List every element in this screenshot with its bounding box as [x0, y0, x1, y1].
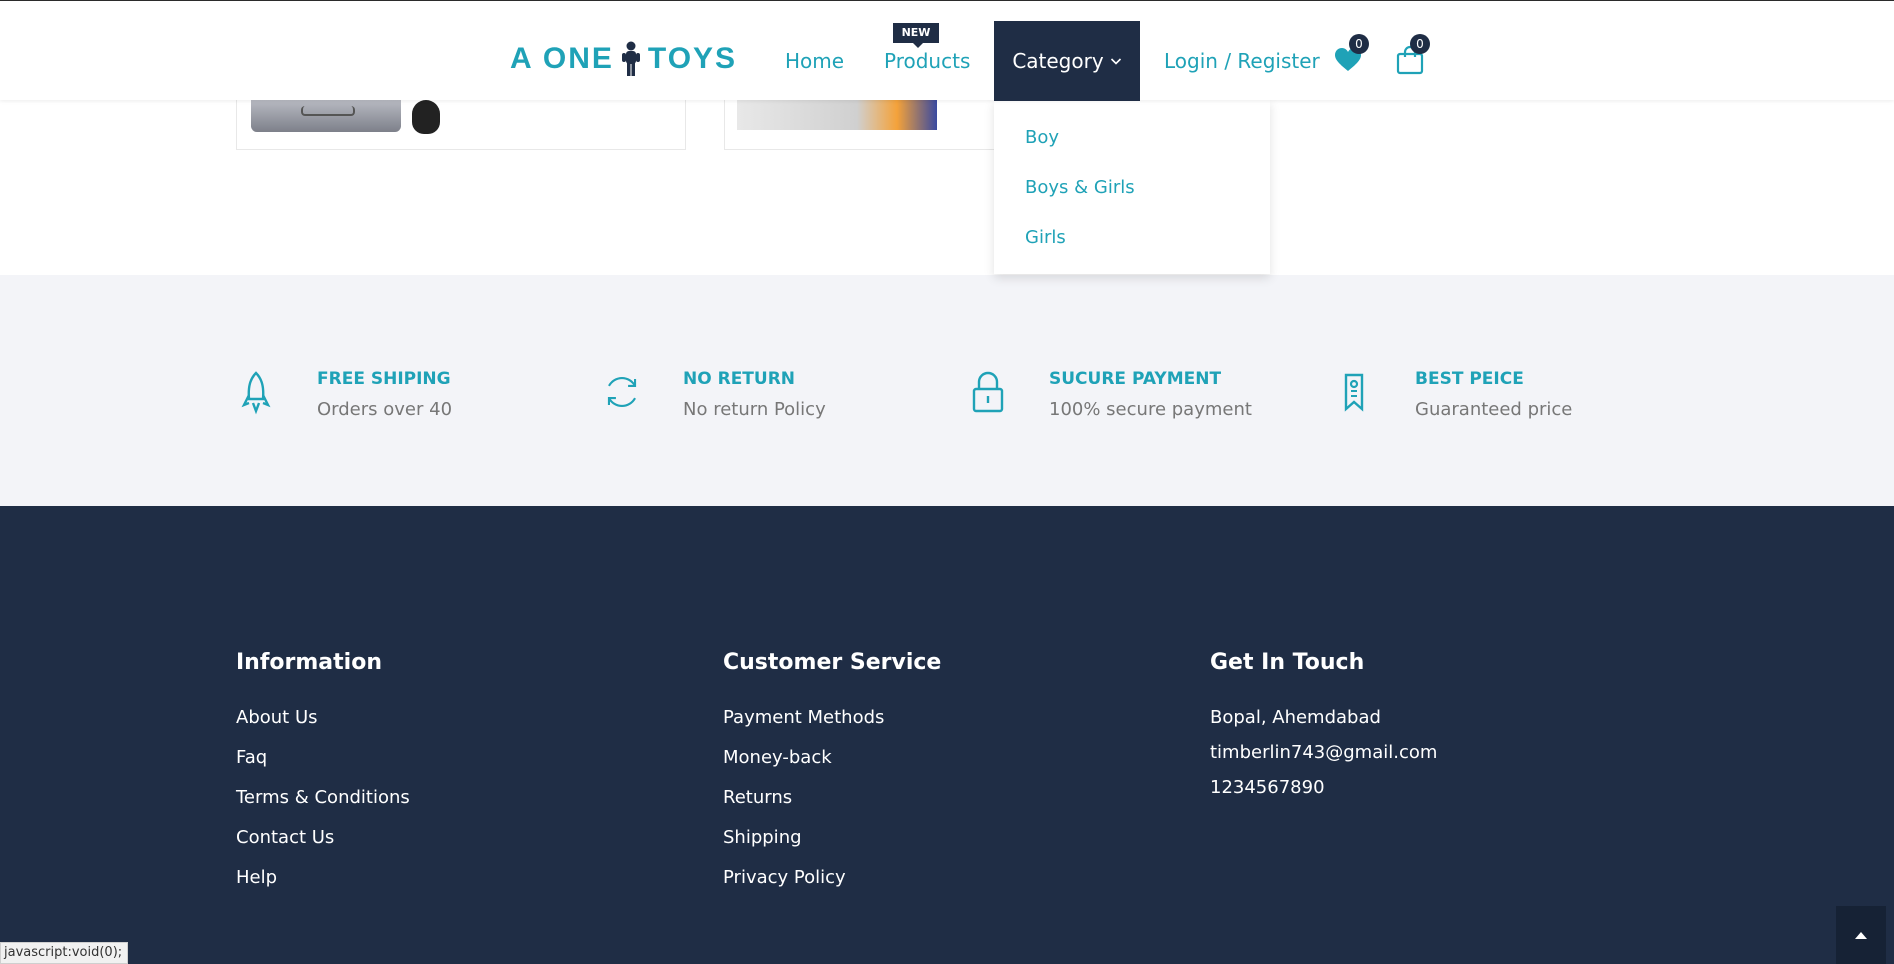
nav-products[interactable]: Products [884, 49, 970, 73]
footer-col-customer-service: Customer Service Payment Methods Money-b… [723, 650, 941, 907]
footer-link-payment-methods[interactable]: Payment Methods [723, 707, 941, 747]
nav-category-label: Category [1012, 49, 1104, 73]
product-image-mouse [412, 100, 440, 134]
footer-link-privacy-policy[interactable]: Privacy Policy [723, 867, 941, 907]
category-dropdown: Boy Boys & Girls Girls [994, 100, 1270, 274]
site-header: A ONE TOYS Home NEW Products Category Lo… [0, 0, 1894, 101]
footer-heading: Information [236, 650, 382, 675]
features-band: FREE SHIPING Orders over 40 NO RETURN No… [0, 275, 1894, 506]
nav-home[interactable]: Home [785, 49, 844, 73]
browser-status-bar: javascript:void(0); [0, 942, 128, 964]
product-image-laptop[interactable] [251, 100, 401, 132]
wishlist-count-badge: 0 [1349, 34, 1369, 54]
footer-heading: Customer Service [723, 650, 942, 675]
contact-email[interactable]: timberlin743@gmail.com [1210, 742, 1437, 777]
rocket-icon [241, 371, 271, 415]
footer-link-help[interactable]: Help [236, 867, 410, 907]
footer-col-information: Information About Us Faq Terms & Conditi… [236, 650, 410, 907]
logo-text-right: TOYS [647, 42, 738, 75]
contact-address: Bopal, Ahemdabad [1210, 707, 1381, 728]
lock-icon [972, 371, 1004, 413]
footer-link-shipping[interactable]: Shipping [723, 827, 941, 867]
feature-subtitle: 100% secure payment [1049, 399, 1252, 420]
scroll-to-top-button[interactable] [1836, 906, 1886, 964]
site-footer: Information About Us Faq Terms & Conditi… [0, 506, 1894, 964]
footer-link-returns[interactable]: Returns [723, 787, 941, 827]
contact-phone[interactable]: 1234567890 [1210, 777, 1437, 812]
product-image-toy[interactable] [737, 100, 937, 130]
feature-title: SUCURE PAYMENT [1049, 369, 1222, 389]
product-card[interactable] [724, 100, 1004, 150]
logo-kid-icon [621, 41, 640, 76]
nav-login-register[interactable]: Login / Register [1164, 49, 1320, 73]
footer-link-terms[interactable]: Terms & Conditions [236, 787, 410, 827]
feature-subtitle: Orders over 40 [317, 399, 453, 420]
footer-link-about-us[interactable]: About Us [236, 707, 410, 747]
feature-title: FREE SHIPING [317, 369, 451, 389]
logo-text-left: A ONE [510, 42, 614, 75]
nav-category[interactable]: Category [994, 21, 1140, 101]
chevron-down-icon [1110, 58, 1121, 65]
dropdown-item-girls[interactable]: Girls [994, 226, 1270, 276]
tag-icon [1344, 373, 1364, 412]
new-badge: NEW [893, 23, 939, 48]
feature-subtitle: Guaranteed price [1415, 399, 1573, 420]
footer-heading: Get In Touch [1210, 650, 1365, 675]
chevron-up-icon [1855, 932, 1867, 939]
cart-count-badge: 0 [1410, 34, 1430, 54]
feature-subtitle: No return Policy [683, 399, 826, 420]
refresh-icon [607, 377, 637, 407]
footer-link-money-back[interactable]: Money-back [723, 747, 941, 787]
site-logo[interactable]: A ONE TOYS [510, 41, 737, 77]
footer-link-faq[interactable]: Faq [236, 747, 410, 787]
footer-link-contact-us[interactable]: Contact Us [236, 827, 410, 867]
dropdown-item-boy[interactable]: Boy [994, 126, 1270, 176]
feature-title: BEST PEICE [1415, 369, 1524, 389]
dropdown-item-boys-girls[interactable]: Boys & Girls [994, 176, 1270, 226]
feature-title: NO RETURN [683, 369, 796, 389]
product-card[interactable] [236, 100, 686, 150]
footer-col-get-in-touch: Get In Touch Bopal, Ahemdabad timberlin7… [1210, 650, 1437, 812]
